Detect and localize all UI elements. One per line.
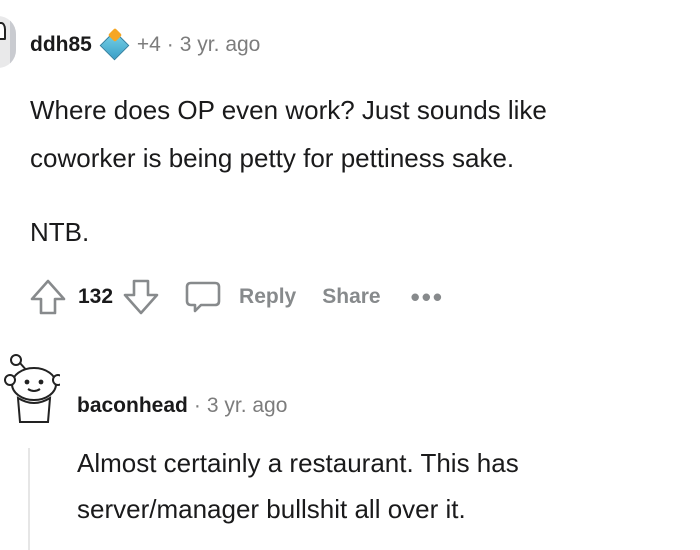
timestamp[interactable]: 3 yr. ago <box>207 394 288 418</box>
score-change: +4 <box>136 33 161 56</box>
separator: · <box>166 33 174 56</box>
avatar-ear-icon <box>0 22 6 40</box>
username[interactable]: ddh85 <box>30 33 92 57</box>
thread-line[interactable] <box>28 448 30 550</box>
comment-meta: baconhead · 3 yr. ago <box>77 391 287 421</box>
timestamp[interactable]: 3 yr. ago <box>180 33 261 57</box>
vote-count: 132 <box>78 285 114 308</box>
reply-button[interactable]: Reply <box>239 285 296 309</box>
share-button[interactable]: Share <box>322 285 380 309</box>
username[interactable]: baconhead <box>77 394 188 418</box>
comment-text-line: NTB. <box>30 217 90 247</box>
comment-meta: ddh85 +4 · 3 yr. ago <box>30 27 261 61</box>
upvote-icon[interactable] <box>28 277 68 317</box>
comment-text-line: coworker is being petty for pettiness sa… <box>30 143 515 173</box>
comment-text-line: Where does OP even work? Just sounds lik… <box>30 95 547 125</box>
comment-text-line: Almost certainly a restaurant. This has <box>77 448 519 478</box>
downvote-icon[interactable] <box>121 277 161 317</box>
more-options-icon[interactable]: ••• <box>411 282 444 313</box>
comment-actions: 132 Reply Share ••• <box>28 275 444 319</box>
avatar-border <box>10 16 16 68</box>
avatar[interactable] <box>0 16 16 68</box>
diamond-flair-icon <box>99 27 130 61</box>
comment-text-line: server/manager bullshit all over it. <box>77 494 466 524</box>
comment-bubble-icon[interactable] <box>183 277 223 317</box>
separator: · <box>193 394 201 417</box>
avatar[interactable] <box>2 352 64 424</box>
comment-body: Almost certainly a restaurant. This has … <box>77 440 677 532</box>
comment-body: Where does OP even work? Just sounds lik… <box>30 86 670 256</box>
